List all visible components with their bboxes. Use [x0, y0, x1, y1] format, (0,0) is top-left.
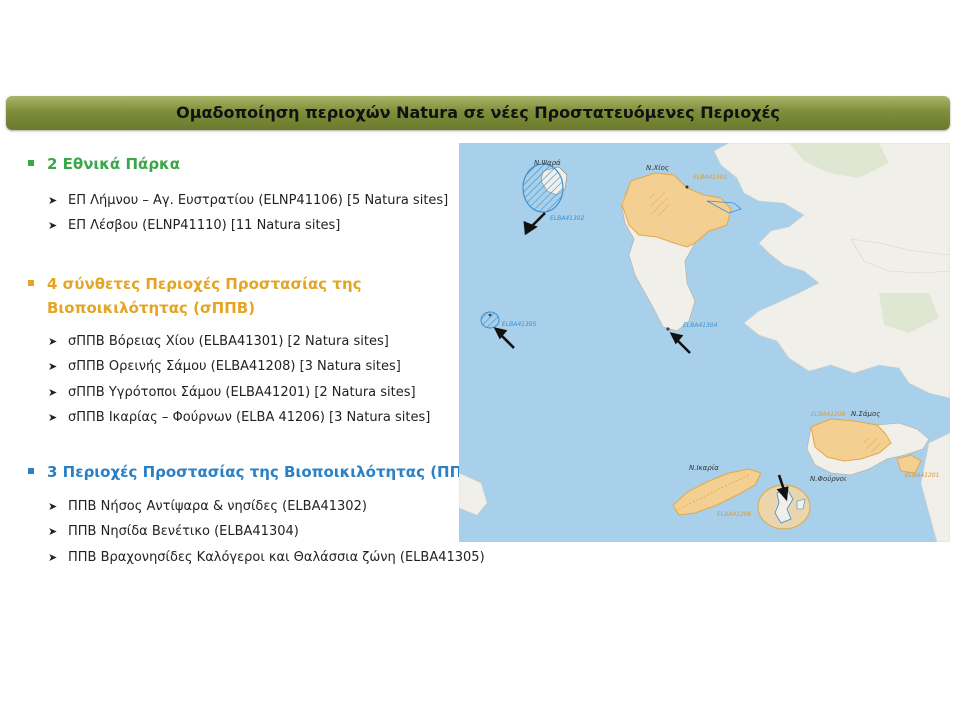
arrow-bullet-icon: ➤ [48, 360, 58, 373]
square-bullet-icon [28, 279, 34, 286]
arrow-bullet-icon: ➤ [48, 219, 58, 232]
list-item: ➤ ΠΠΒ Νησίδα Βενέτικο (ELBA41304) [48, 523, 299, 541]
label-ikaria: Ν.Ικαρία [689, 464, 719, 472]
label-elba41305: ELBA41305 [502, 321, 537, 328]
square-bullet-icon [28, 159, 34, 166]
label-elba41206: ELBA41206 [717, 511, 752, 518]
square-bullet-icon [28, 467, 34, 474]
title-banner: Ομαδοποίηση περιοχών Natura σε νέες Προσ… [6, 96, 950, 130]
arrow-bullet-icon: ➤ [48, 551, 58, 564]
arrow-icon [669, 332, 691, 354]
arrow-bullet-icon: ➤ [48, 500, 58, 513]
section-heading-text: 2 Εθνικά Πάρκα [47, 155, 181, 173]
page-title: Ομαδοποίηση περιοχών Natura σε νέες Προσ… [176, 103, 780, 122]
list-item: ➤ σΠΠΒ Ικαρίας – Φούρνων (ELBA 41206) [3 … [48, 409, 430, 427]
section-heading-text: Βιοποικιλότητας (σΠΠΒ) [47, 299, 256, 317]
list-item: ➤ ΕΠ Λέσβου (ELNP41110) [11 Natura sites] [48, 217, 340, 235]
mainland-southeast [920, 432, 950, 542]
section-heading-text: 4 σύνθετες Περιοχές Προστασίας της [47, 275, 362, 293]
arrow-bullet-icon: ➤ [48, 335, 58, 348]
arrow-bullet-icon: ➤ [48, 194, 58, 207]
list-item: ➤ σΠΠΒ Υγρότοποι Σάμου (ELBA41201) [2 Nat… [48, 384, 416, 402]
elba41201-area [896, 454, 922, 474]
list-item-text: ΠΠΒ Βραχονησίδες Καλόγεροι και Θαλάσσια … [68, 550, 485, 565]
section-heading-national-parks: 2 Εθνικά Πάρκα [28, 152, 180, 176]
map-figure: Ν.Ψαρά Ν.Χίος ELBA41301 ELBA41302 ELBA41… [459, 143, 950, 542]
list-item-text: σΠΠΒ Υγρότοποι Σάμου (ELBA41201) [2 Natu… [68, 385, 416, 400]
list-item-text: σΠΠΒ Ορεινής Σάμου (ELBA41208) [3 Natura… [68, 359, 401, 374]
label-elba41208: ELBA41208 [811, 411, 846, 418]
label-chios: Ν.Χίος [646, 164, 669, 172]
list-item-text: ΕΠ Λήμνου – Αγ. Ευστρατίου (ELNP41106) [… [68, 193, 449, 208]
label-elba41304: ELBA41304 [683, 322, 718, 329]
section-heading-protected-areas: 3 Περιοχές Προστασίας της Βιοποικιλότητα… [28, 460, 480, 484]
list-item-text: ΕΠ Λέσβου (ELNP41110) [11 Natura sites] [68, 218, 341, 233]
list-item: ➤ ΠΠΒ Νήσος Αντίψαρα & νησίδες (ELBA41302… [48, 498, 367, 516]
list-item: ➤ σΠΠΒ Βόρειας Χίου (ELBA41301) [2 Natura… [48, 333, 389, 351]
elba41302-area [522, 163, 564, 213]
list-item-text: ΠΠΒ Νήσος Αντίψαρα & νησίδες (ELBA41302) [68, 499, 367, 514]
label-elba41302: ELBA41302 [550, 215, 585, 222]
list-item: ➤ σΠΠΒ Ορεινής Σάμου (ELBA41208) [3 Natur… [48, 358, 401, 376]
label-elba41201: ELBA41201 [905, 472, 939, 479]
arrow-bullet-icon: ➤ [48, 411, 58, 424]
list-item-text: σΠΠΒ Ικαρίας – Φούρνων (ELBA 41206) [3 N… [68, 410, 431, 425]
section-heading-text: 3 Περιοχές Προστασίας της Βιοποικιλότητα… [47, 463, 481, 481]
arrow-icon [523, 212, 546, 236]
label-samos: Ν.Σάμος [851, 410, 880, 418]
mainland-southwest-tip [459, 472, 488, 516]
arrow-bullet-icon: ➤ [48, 386, 58, 399]
label-psara: Ν.Ψαρά [534, 159, 561, 167]
list-item-text: σΠΠΒ Βόρειας Χίου (ELBA41301) [2 Natura … [68, 334, 389, 349]
arrow-bullet-icon: ➤ [48, 525, 58, 538]
section-heading-composite-areas: 4 σύνθετες Περιοχές Προστασίας της Βιοπο… [28, 272, 362, 320]
label-elba41301: ELBA41301 [693, 174, 727, 181]
venetiko-islet [666, 327, 670, 331]
label-fournoi: Ν.Φούρνοι [810, 475, 846, 483]
list-item: ➤ ΠΠΒ Βραχονησίδες Καλόγεροι και Θαλάσσια… [48, 549, 485, 567]
map-canvas: Ν.Ψαρά Ν.Χίος ELBA41301 ELBA41302 ELBA41… [459, 143, 950, 542]
list-item: ➤ ΕΠ Λήμνου – Αγ. Ευστρατίου (ELNP41106) … [48, 192, 448, 210]
list-item-text: ΠΠΒ Νησίδα Βενέτικο (ELBA41304) [68, 524, 299, 539]
arrow-icon [493, 327, 515, 349]
